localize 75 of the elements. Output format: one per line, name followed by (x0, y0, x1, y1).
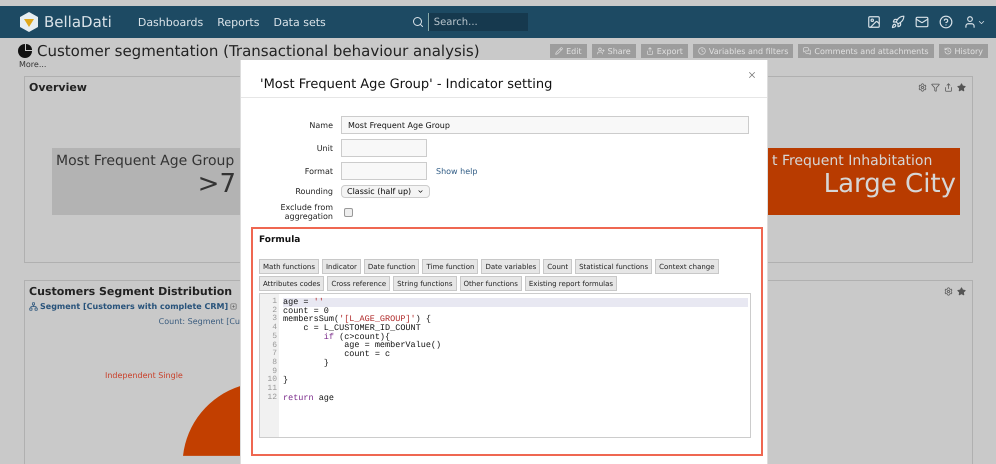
expand-icon[interactable] (230, 303, 238, 310)
report-title: Customer segmentation (Transactional behaviour analysis) (37, 42, 480, 60)
segment-link[interactable]: Segment [Customers with complete CRM] (40, 302, 228, 311)
search-field[interactable]: Search... (428, 13, 528, 31)
kpi-label: t Frequent Inhabitation (772, 153, 934, 169)
line-number: 11 (266, 385, 278, 394)
checkbox[interactable] (344, 208, 353, 216)
kpi-label: Most Frequent Age Group (56, 153, 236, 169)
slice-label: Independent Single (105, 371, 183, 382)
show-help-link[interactable]: Show help (436, 166, 478, 176)
code-line: } (283, 376, 290, 385)
kpi-value: Large City (824, 169, 956, 199)
code-line: count = 0 (283, 306, 329, 316)
text-field[interactable] (341, 139, 427, 157)
user-icon (963, 15, 977, 29)
export-icon[interactable] (944, 83, 953, 92)
code-line: return age (283, 394, 336, 402)
line-number: 10 (266, 376, 278, 384)
panel-title: Overview (29, 81, 87, 94)
picture-icon[interactable] (867, 15, 881, 29)
pencil-icon (555, 47, 564, 55)
line-number: 1 (271, 298, 278, 306)
clock-icon (698, 47, 706, 55)
code-line: if (c>count){ (322, 332, 390, 342)
line-number: 3 (271, 315, 278, 324)
brand-name: BellaDati (44, 13, 112, 31)
rounding-select[interactable]: Classic (half up) (341, 185, 430, 198)
line-number: 7 (271, 350, 278, 358)
code-line: c = L_CUSTOMER_ID_COUNT (302, 324, 422, 333)
code-line: age = memberValue() (344, 341, 442, 350)
field-label: Name (308, 120, 333, 130)
line-number: 2 (271, 306, 278, 315)
dialog-title: 'Most Frequent Age Group' - Indicator setting (260, 77, 552, 92)
line-number: 12 (266, 394, 278, 402)
close-icon (747, 70, 757, 80)
section-title: Formula (259, 235, 302, 245)
settings-icon[interactable] (944, 287, 953, 296)
line-number: 4 (271, 324, 278, 332)
line-number: 8 (271, 358, 278, 368)
field-label: Exclude from aggregation (280, 203, 333, 221)
star-icon[interactable] (957, 83, 966, 92)
nav-link[interactable]: Reports (217, 16, 260, 28)
code-line: membersSum('[L_AGE_GROUP]') { (283, 315, 432, 324)
field-label: Format (304, 166, 333, 176)
settings-icon[interactable] (918, 83, 927, 92)
logo-icon (18, 11, 40, 33)
chevron-down-icon (417, 188, 424, 195)
name-field[interactable]: Most Frequent Age Group (341, 116, 749, 134)
line-number: 9 (272, 368, 278, 376)
export-icon (646, 47, 654, 55)
search-icon (412, 16, 424, 28)
user-menu-button[interactable] (963, 15, 986, 29)
help-icon[interactable] (939, 15, 953, 29)
filter-icon[interactable] (931, 83, 940, 92)
rocket-icon[interactable] (891, 15, 905, 29)
nav-link[interactable]: Dashboards (138, 16, 204, 28)
hierarchy-icon (29, 302, 38, 311)
speech-bubbles-icon (803, 47, 812, 55)
code-line: count = c (343, 350, 392, 359)
text-field[interactable] (341, 162, 427, 180)
history-icon (944, 47, 952, 55)
chart-legend-label: Count: Segment [Cu (158, 317, 240, 326)
line-number: 6 (271, 342, 278, 350)
nav-link[interactable]: Data sets (273, 16, 326, 28)
kpi-value: >7 (198, 169, 236, 199)
line-number: 5 (271, 332, 278, 342)
star-icon[interactable] (957, 287, 966, 296)
field-label: Unit (316, 144, 333, 152)
mail-icon[interactable] (915, 15, 929, 29)
field-label: Rounding (294, 187, 333, 196)
code-editor[interactable]: 1 2 3 4 5 6 7 8 9 10 11 12 age = '' count = 0 membersSum('[L_AGE_GROUP]') { c = L_CUSTOMER_ID_COUNT if (c>count){ age = memberValue() count = c } } return age (259, 293, 751, 438)
pie-icon (18, 44, 33, 58)
user-plus-icon (596, 47, 605, 55)
panel-title: Customers Segment Distribution (29, 285, 232, 298)
code-line: } (322, 358, 330, 368)
